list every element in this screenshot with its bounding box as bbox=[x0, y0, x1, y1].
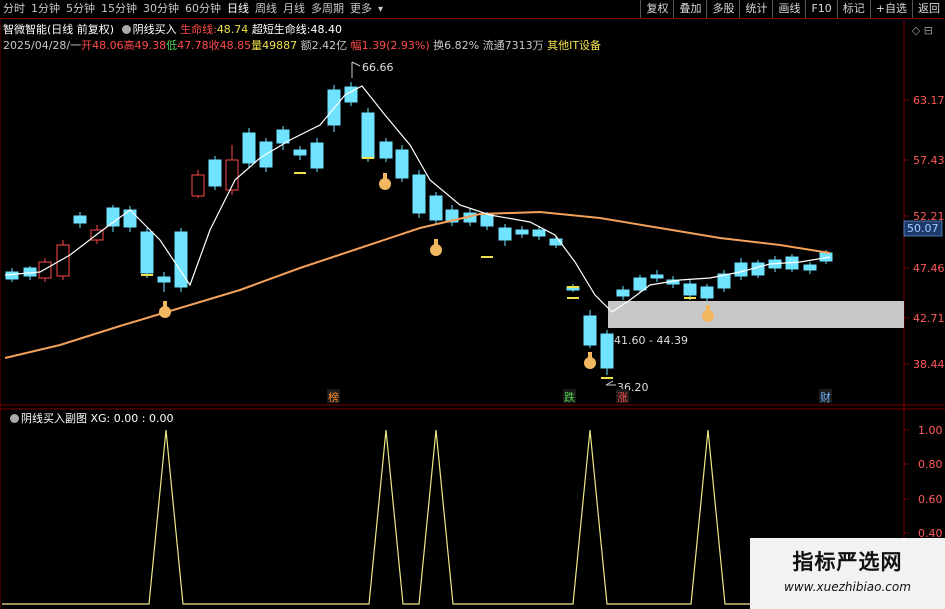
candle-body bbox=[600, 333, 614, 369]
candle-body bbox=[633, 277, 647, 291]
buy-hand-icon bbox=[163, 301, 167, 309]
price-axis-label: 57.43 bbox=[913, 154, 945, 167]
sub-chart-title[interactable]: 阴线买入副图 bbox=[21, 412, 87, 425]
candle-body bbox=[38, 261, 52, 279]
candle-body bbox=[498, 227, 512, 241]
candle-body bbox=[819, 252, 833, 262]
candle-body bbox=[361, 112, 375, 159]
candle-body bbox=[412, 174, 426, 214]
candle-body bbox=[616, 289, 630, 297]
candle-body bbox=[293, 149, 307, 156]
buy-hand-icon bbox=[706, 305, 710, 313]
watermark-url: www.xuezhibiao.com bbox=[784, 580, 911, 594]
watermark-text: 指标严选网 bbox=[792, 550, 903, 574]
kline-chart[interactable]: 63.1757.4352.2147.4642.7138.44 66.66 36.… bbox=[0, 0, 945, 609]
price-axis-label: 47.46 bbox=[913, 262, 945, 275]
event-marker: 涨 bbox=[617, 391, 628, 404]
event-marker: 榜 bbox=[328, 390, 339, 404]
sub-indicator-toggle-icon[interactable] bbox=[10, 414, 19, 423]
candle-body bbox=[583, 315, 597, 346]
candle-body bbox=[56, 244, 70, 277]
high-annotation: 66.66 bbox=[362, 61, 394, 74]
candle-body bbox=[5, 271, 19, 280]
candle-body bbox=[140, 231, 154, 274]
candle-body bbox=[395, 149, 409, 179]
candle-body bbox=[429, 195, 443, 221]
candle-body bbox=[751, 262, 765, 276]
candle-body bbox=[310, 142, 324, 169]
xg-label: XG: bbox=[90, 412, 111, 425]
candle-body bbox=[700, 286, 714, 299]
price-axis-label: 63.17 bbox=[913, 94, 945, 107]
candle-body bbox=[515, 229, 529, 235]
candle-body bbox=[208, 159, 222, 187]
candle-body bbox=[191, 174, 205, 197]
range-annotation: 41.60 - 44.39 bbox=[614, 334, 688, 347]
sub-chart-header: 阴线买入副图 XG: 0.00 : 0.00 bbox=[6, 410, 173, 426]
candle-body bbox=[379, 141, 393, 159]
candle-body bbox=[803, 264, 817, 271]
candle-body bbox=[650, 274, 664, 279]
price-axis-label: 42.71 bbox=[913, 312, 945, 325]
buy-hand-icon bbox=[383, 173, 387, 181]
candle-body bbox=[683, 283, 697, 296]
life-line bbox=[4, 210, 831, 359]
event-marker: 财 bbox=[820, 390, 831, 404]
event-marker: 跌 bbox=[564, 390, 575, 404]
watermark-box: 指标严选网 www.xuezhibiao.com bbox=[750, 538, 945, 609]
price-zone-highlight bbox=[608, 301, 904, 328]
buy-hand-icon bbox=[434, 239, 438, 247]
sub-axis-label: 0.80 bbox=[918, 458, 943, 471]
xg-values: 0.00 : 0.00 bbox=[113, 412, 174, 425]
sub-axis-label: 0.60 bbox=[918, 493, 943, 506]
candle-body bbox=[734, 262, 748, 277]
sub-axis-label: 1.00 bbox=[918, 424, 943, 437]
candle-body bbox=[532, 229, 546, 237]
candle-body bbox=[106, 207, 120, 227]
candle-body bbox=[73, 215, 87, 224]
buy-hand-icon bbox=[588, 352, 592, 360]
current-price-value: 50.07 bbox=[907, 222, 939, 235]
price-axis-label: 38.44 bbox=[913, 358, 945, 371]
candle-body bbox=[242, 132, 256, 164]
candle-body bbox=[480, 214, 494, 227]
candle-body bbox=[157, 276, 171, 283]
